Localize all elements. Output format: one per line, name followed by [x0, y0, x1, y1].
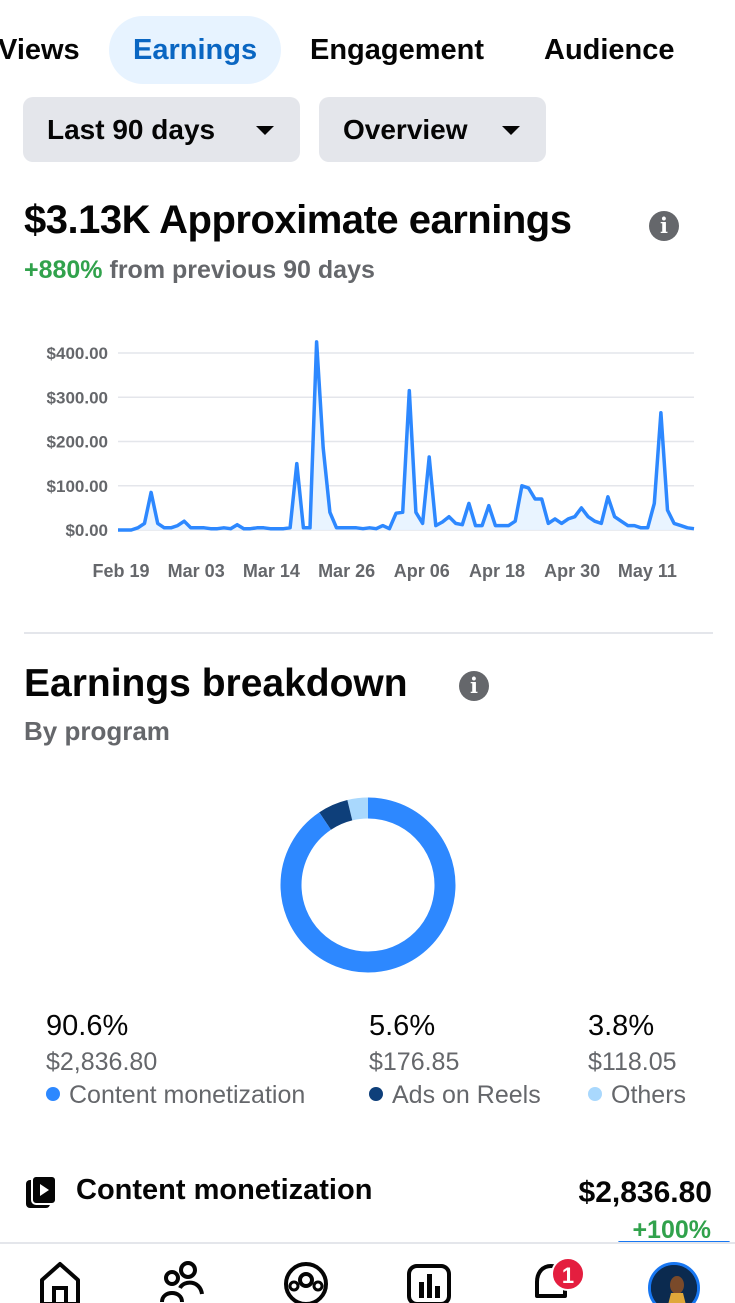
legend-percent: 90.6% [46, 1010, 129, 1042]
tab-engagement[interactable]: Engagement [310, 16, 484, 84]
caret-down-icon [256, 126, 274, 135]
y-tick-label: $400.00 [47, 344, 108, 363]
earnings-line-chart[interactable]: $400.00 $300.00 $200.00 $100.00 $0.00 Feb 19 M… [0, 320, 735, 600]
y-tick-label: $0.00 [65, 521, 108, 540]
legend-amount: $2,836.80 [46, 1048, 158, 1076]
earnings-change-percent: +880% [24, 256, 103, 284]
earnings-change-line: +880% from previous 90 days [24, 256, 375, 285]
y-tick-label: $300.00 [47, 388, 108, 407]
x-tick-label: Apr 18 [469, 561, 525, 581]
legend-label: Ads on Reels [392, 1081, 541, 1109]
bottom-navigation [0, 1242, 735, 1303]
breakdown-donut-chart[interactable] [278, 795, 458, 975]
x-tick-label: Mar 03 [168, 561, 225, 581]
x-tick-label: Apr 30 [544, 561, 600, 581]
legend-ads-on-reels[interactable]: 5.6% $176.85 Ads on Reels [369, 1008, 541, 1112]
tab-earnings[interactable]: Earnings [109, 16, 282, 84]
legend-dot [369, 1087, 383, 1102]
legend-others[interactable]: 3.8% $118.05 Others [588, 1008, 686, 1112]
info-icon[interactable]: i [649, 211, 679, 241]
x-tick-label: Mar 14 [243, 561, 300, 581]
friends-icon[interactable] [158, 1258, 206, 1303]
view-label: Overview [343, 114, 468, 145]
legend-content-monetization[interactable]: 90.6% $2,836.80 Content monetization [46, 1008, 305, 1112]
legend-dot [588, 1087, 602, 1102]
legend-label: Others [611, 1081, 687, 1109]
program-row-label[interactable]: Content monetization [76, 1174, 372, 1207]
date-range-dropdown[interactable]: Last 90 days [23, 97, 300, 162]
tab-audience[interactable]: Audience [544, 16, 675, 84]
earnings-change-text: from previous 90 days [109, 256, 375, 284]
legend-label: Content monetization [69, 1081, 306, 1109]
home-icon[interactable] [36, 1258, 84, 1303]
x-tick-label: Feb 19 [92, 561, 149, 581]
tab-bar: Views Earnings Engagement Audience [0, 16, 735, 84]
notification-badge: 1 [551, 1257, 585, 1291]
y-tick-label: $100.00 [47, 477, 108, 496]
breakdown-title: Earnings breakdown [24, 662, 408, 705]
tab-views[interactable]: Views [0, 16, 80, 84]
info-icon[interactable]: i [459, 671, 489, 701]
program-row-amount: $2,836.80 [578, 1176, 712, 1209]
legend-dot [46, 1087, 60, 1102]
x-tick-label: May 11 [618, 561, 677, 581]
legend-percent: 5.6% [369, 1010, 436, 1042]
legend-amount: $176.85 [369, 1048, 460, 1076]
avatar-image [651, 1265, 697, 1303]
section-divider [24, 632, 713, 634]
earnings-title-text: Approximate earnings [159, 198, 572, 242]
x-tick-label: Mar 26 [318, 561, 375, 581]
earnings-amount: $3.13K [24, 198, 150, 242]
breakdown-subtitle: By program [24, 716, 170, 746]
donut-slice-content-monetization[interactable] [280, 797, 456, 973]
legend-percent: 3.8% [588, 1010, 655, 1042]
y-tick-label: $200.00 [47, 433, 108, 452]
date-range-label: Last 90 days [47, 114, 216, 145]
x-tick-label: Apr 06 [394, 561, 450, 581]
caret-down-icon [502, 126, 520, 135]
dashboard-icon[interactable] [405, 1258, 453, 1303]
legend-amount: $118.05 [588, 1048, 677, 1076]
groups-icon[interactable] [282, 1258, 330, 1303]
view-dropdown[interactable]: Overview [319, 97, 546, 162]
earnings-summary-title: $3.13K Approximate earnings [24, 198, 572, 243]
content-monetization-icon [26, 1175, 57, 1208]
